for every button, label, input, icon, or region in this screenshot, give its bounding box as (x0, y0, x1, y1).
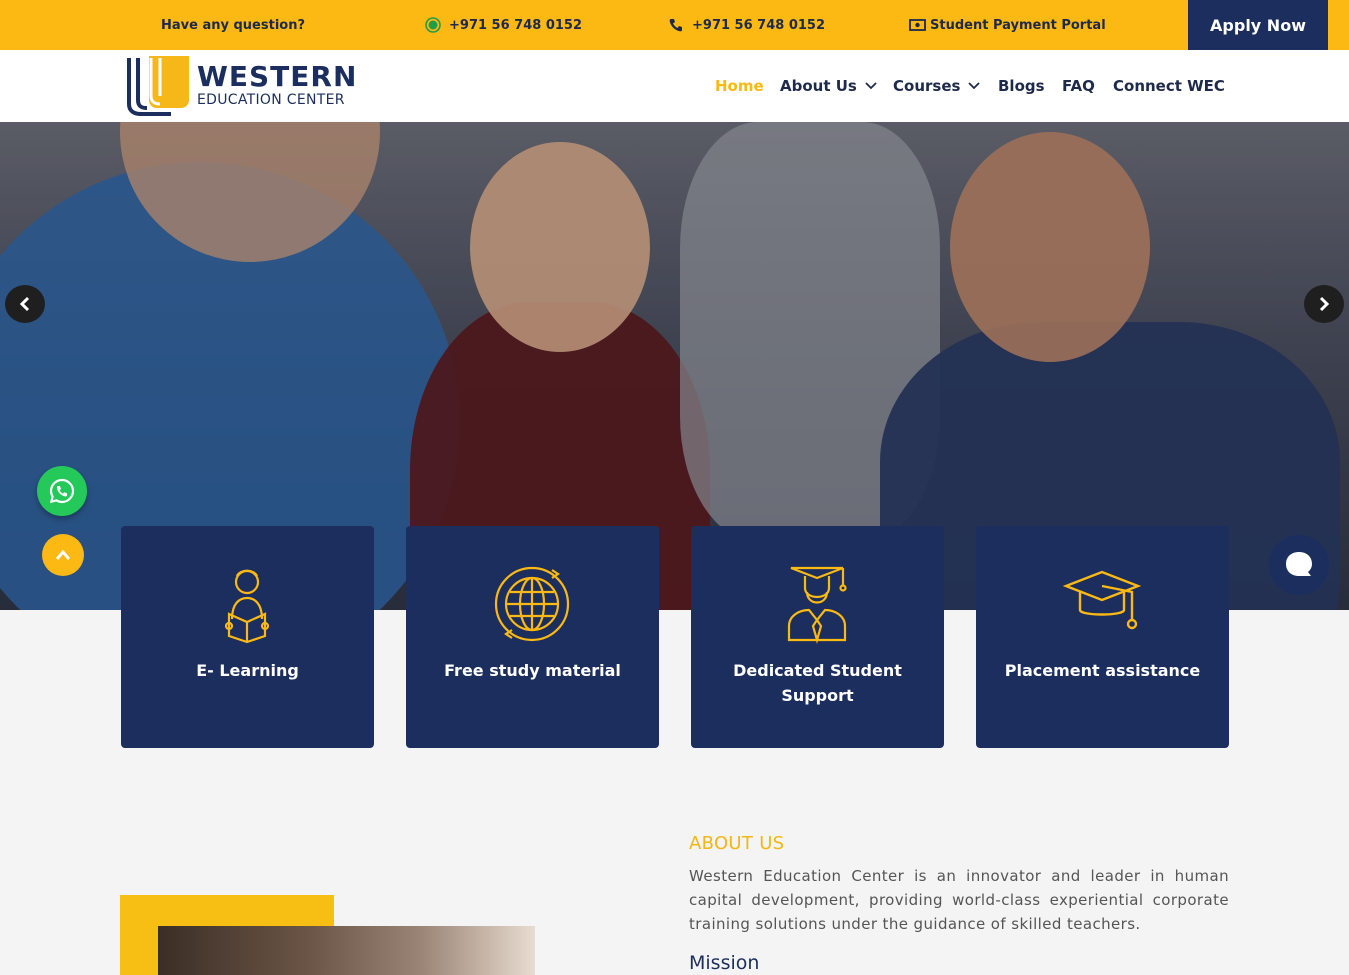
nav-connect[interactable]: Connect WEC (1113, 77, 1225, 95)
feature-label: Free study material (444, 661, 621, 680)
nav-faq-label: FAQ (1062, 77, 1095, 95)
question-label: Have any question? (161, 17, 306, 33)
logo-subtitle: EDUCATION CENTER (197, 92, 345, 108)
feature-card-study-material[interactable]: Free study material (406, 526, 659, 748)
chevron-up-icon (55, 549, 71, 560)
about-image (158, 926, 535, 975)
nav-home-label: Home (715, 77, 764, 95)
feature-label: Dedicated Student Support (733, 661, 902, 705)
nav-courses-label: Courses (893, 77, 961, 95)
chevron-down-icon (968, 82, 981, 90)
about-title: ABOUT US (689, 833, 785, 854)
phone-icon (669, 19, 682, 32)
about-text: Western Education Center is an innovator… (689, 867, 1229, 933)
nav-faq[interactable]: FAQ (1062, 77, 1095, 95)
whatsapp-number: +971 56 748 0152 (449, 17, 583, 33)
nav-about-label: About Us (780, 77, 857, 95)
chat-bubble-icon (1286, 552, 1312, 576)
chevron-down-icon (865, 82, 877, 90)
top-bar: Have any question? +971 56 748 0152 +971… (0, 0, 1349, 50)
nav-courses[interactable]: Courses (893, 77, 981, 95)
whatsapp-contact[interactable]: +971 56 748 0152 (425, 0, 582, 50)
logo-title: WESTERN (197, 60, 358, 93)
logo-mark-icon (127, 56, 189, 116)
nav-connect-label: Connect WEC (1113, 77, 1225, 95)
whatsapp-icon (49, 478, 75, 504)
graduation-cap-icon (1062, 570, 1142, 630)
question-text: Have any question? (161, 0, 305, 50)
chevron-right-icon (1319, 296, 1330, 312)
feature-label: Placement assistance (1004, 661, 1201, 680)
student-reading-icon (224, 569, 270, 644)
header: WESTERN EDUCATION CENTER Home About Us C… (0, 50, 1349, 122)
feature-card-e-learning[interactable]: E- Learning (121, 526, 374, 748)
phone-number: +971 56 748 0152 (692, 17, 826, 33)
chevron-left-icon (19, 296, 30, 312)
payment-portal-label: Student Payment Portal (930, 17, 1106, 33)
nav-about[interactable]: About Us (780, 77, 877, 95)
whatsapp-float-button[interactable] (37, 466, 87, 516)
feature-label: E- Learning (196, 661, 299, 680)
apply-now-button[interactable]: Apply Now (1188, 0, 1328, 50)
scroll-top-button[interactable] (42, 534, 84, 576)
payment-portal-link[interactable]: Student Payment Portal (909, 0, 1106, 50)
nav-home[interactable]: Home (715, 77, 764, 95)
feature-card-student-support[interactable]: Dedicated Student Support (691, 526, 944, 748)
slider-next-button[interactable] (1304, 285, 1344, 323)
chat-widget-button[interactable] (1269, 535, 1329, 595)
mission-heading: Mission (689, 952, 760, 974)
money-icon (909, 19, 926, 31)
logo[interactable]: WESTERN EDUCATION CENTER (127, 56, 357, 116)
phone-contact[interactable]: +971 56 748 0152 (668, 0, 825, 50)
feature-card-placement[interactable]: Placement assistance (976, 526, 1229, 748)
globe-icon (494, 566, 570, 642)
graduate-icon (787, 566, 847, 644)
nav-blogs-label: Blogs (998, 77, 1045, 95)
slider-prev-button[interactable] (5, 285, 45, 323)
whatsapp-icon (425, 17, 441, 33)
nav-blogs[interactable]: Blogs (998, 77, 1045, 95)
